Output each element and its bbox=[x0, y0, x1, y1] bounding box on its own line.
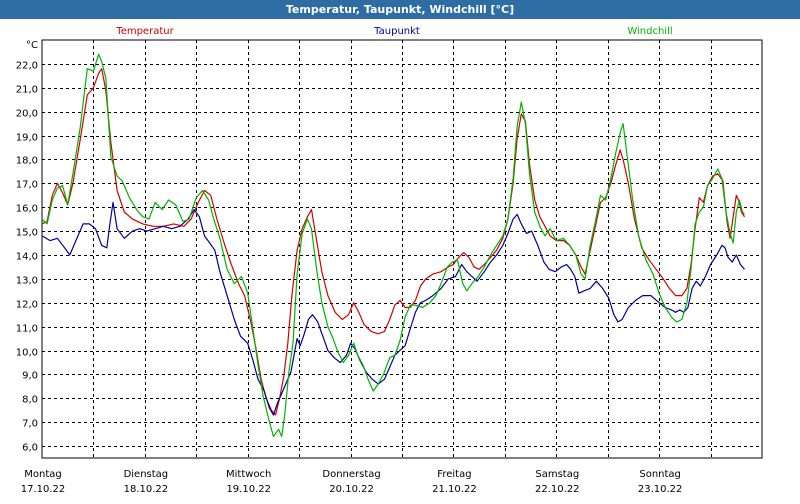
y-tick-label: 9,0 bbox=[22, 371, 38, 382]
y-tick-label: 16,0 bbox=[16, 204, 38, 215]
legend-taupunkt: Taupunkt bbox=[373, 26, 420, 37]
x-day-name-label: Sonntag bbox=[639, 469, 681, 480]
x-date-label: 22.10.22 bbox=[535, 484, 580, 495]
x-day-name-label: Dienstag bbox=[124, 469, 169, 480]
x-date-label: 19.10.22 bbox=[226, 484, 271, 495]
x-day-name-label: Samstag bbox=[535, 469, 579, 480]
x-date-label: 18.10.22 bbox=[124, 484, 169, 495]
y-tick-label: 21,0 bbox=[16, 85, 38, 96]
chart-title: Temperatur, Taupunkt, Windchill [°C] bbox=[0, 0, 800, 19]
x-date-label: 17.10.22 bbox=[21, 484, 66, 495]
y-tick-label: 15,0 bbox=[16, 228, 38, 239]
y-tick-label: 20,0 bbox=[16, 109, 38, 120]
y-tick-label: 19,0 bbox=[16, 133, 38, 144]
y-tick-label: 7,0 bbox=[22, 419, 38, 430]
y-tick-label: 10,0 bbox=[16, 348, 38, 359]
x-date-label: 20.10.22 bbox=[329, 484, 374, 495]
x-day-name-label: Montag bbox=[24, 469, 61, 480]
y-tick-label: 12,0 bbox=[16, 300, 38, 311]
x-date-label: 21.10.22 bbox=[432, 484, 477, 495]
x-date-label: 23.10.22 bbox=[638, 484, 683, 495]
y-tick-label: 8,0 bbox=[22, 395, 38, 406]
y-tick-label: 11,0 bbox=[16, 324, 38, 335]
y-tick-label: 17,0 bbox=[16, 180, 38, 191]
y-tick-label: 14,0 bbox=[16, 252, 38, 263]
legend-temperatur: Temperatur bbox=[115, 26, 174, 37]
x-day-name-label: Donnerstag bbox=[322, 469, 380, 480]
y-tick-label: 13,0 bbox=[16, 276, 38, 287]
legend-windchill: Windchill bbox=[627, 26, 672, 37]
y-tick-label: 22,0 bbox=[16, 61, 38, 72]
y-unit-label: °C bbox=[26, 40, 38, 51]
y-tick-label: 6,0 bbox=[22, 443, 38, 454]
chart-svg: 6,0 7,0 8,0 9,0 10,0 11,0 12,0 13,0 14,0 15,0 16,0… bbox=[16, 26, 763, 495]
chart-area: 6,0 7,0 8,0 9,0 10,0 11,0 12,0 13,0 14,0 15,0 16,0… bbox=[0, 19, 800, 500]
x-day-name-label: Mittwoch bbox=[226, 469, 271, 480]
x-day-name-label: Freitag bbox=[437, 469, 471, 480]
y-tick-label: 18,0 bbox=[16, 156, 38, 167]
